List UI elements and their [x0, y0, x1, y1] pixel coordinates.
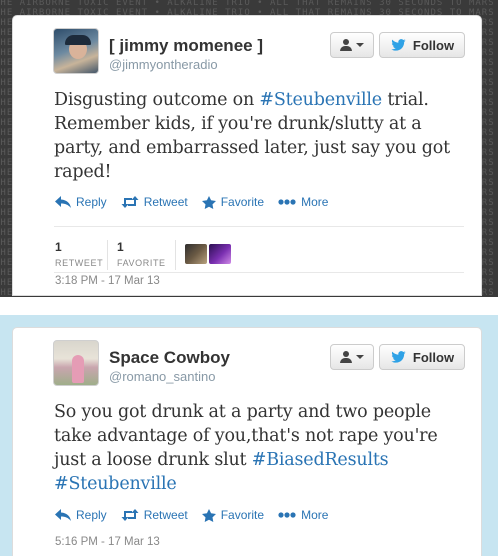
person-menu-icon — [340, 351, 352, 363]
person-menu-icon — [340, 39, 352, 51]
hashtag-link[interactable]: #Steubenville — [54, 474, 177, 494]
author-handle[interactable]: @romano_santino — [109, 369, 215, 384]
reply-icon — [55, 509, 71, 521]
divider — [54, 272, 464, 273]
author-name[interactable]: [ jimmy momenee ] — [109, 36, 263, 56]
panel-divider — [0, 297, 498, 315]
more-button[interactable]: More — [278, 508, 328, 522]
more-dots-icon — [278, 512, 296, 518]
more-button[interactable]: More — [278, 195, 328, 209]
follow-label: Follow — [412, 37, 455, 53]
favorite-count[interactable]: 1 FAVORITE — [117, 240, 166, 268]
tweet-card: Space Cowboy @romano_santino Follow So y… — [12, 327, 482, 556]
favoriter-avatar[interactable] — [209, 244, 231, 264]
retweet-button[interactable]: Retweet — [121, 195, 188, 209]
retweet-icon — [121, 196, 139, 208]
follow-label: Follow — [412, 349, 455, 365]
retweet-count[interactable]: 1 RETWEET — [55, 240, 103, 268]
divider — [107, 240, 108, 270]
avatar[interactable] — [53, 340, 99, 386]
follow-button[interactable]: Follow — [379, 32, 465, 58]
twitter-bird-icon — [391, 38, 406, 51]
hashtag-link[interactable]: #Steubenville — [259, 90, 382, 110]
more-dots-icon — [278, 199, 296, 205]
follow-button[interactable]: Follow — [379, 344, 465, 370]
reply-button[interactable]: Reply — [55, 195, 107, 209]
tweet-actions: Reply Retweet Favorite More — [55, 193, 342, 211]
author-handle[interactable]: @jimmyontheradio — [109, 57, 218, 72]
reply-icon — [55, 196, 71, 208]
reply-button[interactable]: Reply — [55, 508, 107, 522]
favoriter-avatar[interactable] — [185, 244, 207, 264]
retweet-button[interactable]: Retweet — [121, 508, 188, 522]
favorite-star-icon — [201, 195, 216, 209]
favorite-button[interactable]: Favorite — [201, 195, 264, 209]
tweet-card: [ jimmy momenee ] @jimmyontheradio Follo… — [12, 15, 482, 296]
tweet-timestamp[interactable]: 5:16 PM - 17 Mar 13 — [55, 536, 160, 548]
chevron-down-icon — [356, 43, 364, 47]
avatar[interactable] — [53, 28, 99, 74]
user-actions-menu-button[interactable] — [330, 32, 374, 58]
tweet-timestamp[interactable]: 3:18 PM - 17 Mar 13 — [55, 275, 160, 287]
user-actions-menu-button[interactable] — [330, 344, 374, 370]
tweet-text: Disgusting outcome on #Steubenville tria… — [54, 90, 450, 182]
tweet-text: So you got drunk at a party and two peop… — [54, 402, 438, 494]
divider — [54, 226, 464, 227]
favorite-star-icon — [201, 508, 216, 522]
divider — [175, 240, 176, 270]
hashtag-link[interactable]: #BiasedResults — [252, 450, 389, 470]
chevron-down-icon — [356, 355, 364, 359]
favorite-button[interactable]: Favorite — [201, 508, 264, 522]
retweet-icon — [121, 509, 139, 521]
tweet-actions: Reply Retweet Favorite More — [55, 506, 342, 524]
twitter-bird-icon — [391, 350, 406, 363]
author-name[interactable]: Space Cowboy — [109, 348, 230, 368]
